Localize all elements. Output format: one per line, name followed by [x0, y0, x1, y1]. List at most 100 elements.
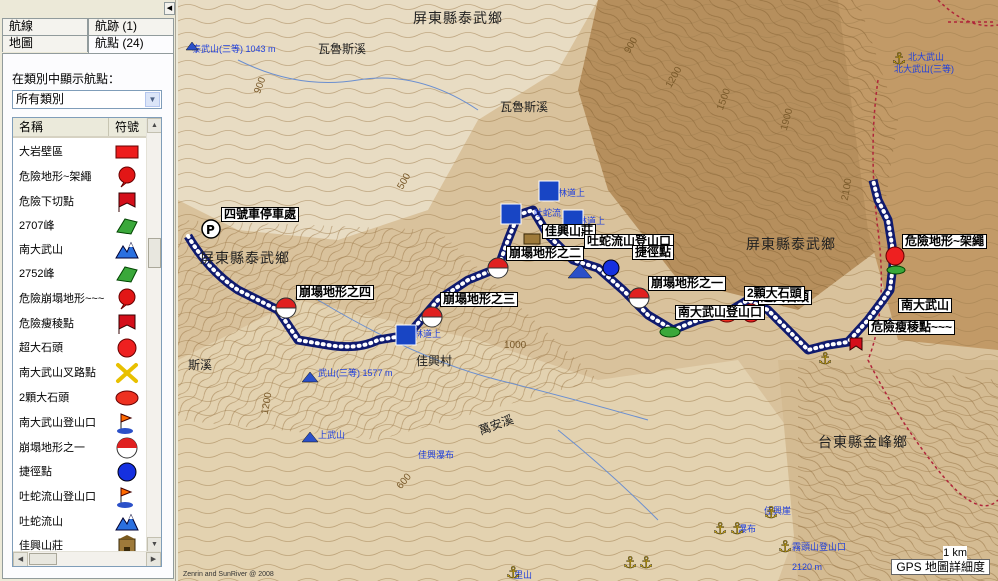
red-pin-icon — [109, 165, 147, 189]
topographic-map[interactable]: 屏東縣泰武鄉 屏東縣泰武鄉 屏東縣泰武鄉 台東縣金峰鄉 瓦魯斯溪 瓦魯斯溪 佳興… — [178, 0, 998, 581]
waypoint-label[interactable]: 危險地形~架繩 — [902, 234, 988, 249]
waypoint-name: 崩塌地形之一 — [19, 442, 85, 454]
scroll-thumb[interactable] — [148, 238, 161, 268]
waypoint-panel: ◀ 航線 航跡 (1) 地圖 航點 (24) 在類別中顯示航點： 所有類別 ▼ … — [0, 0, 176, 581]
scale-label: GPS 地圖詳細度 — [896, 560, 985, 574]
anchor-icon: ⚓ — [764, 503, 778, 522]
column-header-name[interactable]: 名稱 — [13, 118, 109, 136]
scroll-down-icon[interactable]: ▼ — [147, 537, 161, 552]
lodge-icon — [523, 233, 541, 245]
waypoint-label[interactable]: 南大武山 — [898, 298, 953, 313]
waypoint-name: 2707峰 — [19, 220, 55, 232]
scroll-left-icon[interactable]: ◀ — [13, 552, 28, 566]
waypoint-row[interactable]: 南大武山 — [13, 238, 147, 262]
red-circle-icon — [109, 336, 147, 360]
anchor-icon: ⚓ — [506, 563, 520, 581]
red-pin-icon — [109, 287, 147, 311]
waypoint-row[interactable]: 危險下切點 — [13, 190, 147, 214]
summit-icon — [567, 263, 593, 279]
waypoint-row[interactable]: 南大武山叉路點 — [13, 360, 147, 386]
summit-icon — [185, 41, 199, 51]
waypoint-name: 危險崩塌地形~~~ — [19, 293, 105, 305]
waypoint-name: 捷徑點 — [19, 466, 52, 478]
summit-2752-icon — [659, 326, 681, 338]
waypoint-rows: 大岩壁區危險地形~架繩 危險下切點 2707峰南大武山 2752峰危險崩塌地形~~~ 危… — [13, 140, 147, 558]
waypoint-name: 2752峰 — [19, 268, 55, 280]
waypoint-row[interactable]: 崩塌地形之一 — [13, 436, 147, 460]
waypoint-row[interactable]: 危險瘦稜點 — [13, 312, 147, 336]
waypoint-name: 危險瘦稜點 — [19, 318, 74, 330]
trailhead-flag-icon — [109, 411, 147, 435]
waypoint-name: 南大武山 — [19, 244, 63, 256]
waypoint-name: 南大武山登山口 — [19, 417, 96, 429]
waypoint-row[interactable]: 吐蛇流山登山口 — [13, 484, 147, 510]
waypoint-row[interactable]: 捷徑點 — [13, 460, 147, 484]
waypoint-name: 危險地形~架繩 — [19, 171, 92, 183]
collapse-panel-button[interactable]: ◀ — [164, 2, 175, 15]
danger-icon — [885, 246, 905, 266]
scale-box: 1 km GPS 地圖詳細度 — [891, 546, 990, 575]
anchor-icon: ⚓ — [892, 49, 906, 68]
waypoint-label[interactable]: 崩塌地形之二 — [506, 246, 585, 261]
waypoint-label[interactable]: 四號車停車處 — [221, 207, 300, 222]
tab-row-2: 地圖 航點 (24) — [2, 35, 174, 54]
waypoint-label[interactable]: 崩塌地形之四 — [296, 285, 375, 300]
waypoint-row[interactable]: 2707峰 — [13, 214, 147, 238]
summit-icon — [301, 371, 319, 383]
waypoint-label[interactable]: 2顆大石頭 — [744, 286, 805, 301]
waypoint-row[interactable]: 吐蛇流山 — [13, 510, 147, 534]
hscroll-thumb[interactable] — [29, 553, 57, 565]
blue-mountain-icon — [109, 510, 147, 534]
waypoint-row[interactable]: 南大武山登山口 — [13, 410, 147, 436]
shortcut-icon — [602, 259, 620, 277]
column-header-symbol[interactable]: 符號 — [109, 118, 139, 136]
waypoint-label[interactable]: 崩塌地形之三 — [440, 292, 519, 307]
waypoint-row[interactable]: 超大石頭 — [13, 336, 147, 360]
scroll-right-icon[interactable]: ▶ — [146, 552, 161, 566]
yellow-cross-icon — [109, 361, 147, 385]
waypoint-name: 大岩壁區 — [19, 146, 63, 158]
vertical-scrollbar[interactable]: ▲ ▼ — [146, 118, 161, 552]
tab-row-1: 航線 航跡 (1) — [2, 18, 174, 35]
dropdown-arrow-icon[interactable]: ▼ — [145, 92, 160, 107]
hiker-icon — [538, 180, 560, 202]
waypoint-row[interactable]: 危險崩塌地形~~~ — [13, 286, 147, 312]
waypoint-name: 2顆大石頭 — [19, 392, 70, 404]
blue-mountain-icon — [109, 238, 147, 262]
waypoint-row[interactable]: 2顆大石頭 — [13, 386, 147, 410]
category-select[interactable]: 所有類別 ▼ — [12, 90, 162, 109]
category-filter-label: 在類別中顯示航點： — [12, 72, 121, 86]
waypoint-label[interactable]: 南大武山登山口 — [675, 305, 766, 320]
hiker-icon — [395, 324, 417, 346]
trailhead-flag-icon — [109, 485, 147, 509]
horizontal-scrollbar[interactable]: ◀ ▶ — [13, 551, 161, 566]
anchor-icon: ⚓ — [623, 553, 637, 572]
waypoint-row[interactable]: 危險地形~架繩 — [13, 164, 147, 190]
waypoint-label[interactable]: 崩塌地形之一 — [648, 276, 727, 291]
waypoint-row[interactable]: 2752峰 — [13, 262, 147, 286]
anchor-icon: ⚓ — [818, 349, 832, 368]
waypoint-name: 吐蛇流山 — [19, 516, 63, 528]
tab-waypoints[interactable]: 航點 (24) — [88, 35, 174, 54]
scale-km: 1 km — [943, 546, 967, 560]
anchor-icon: ⚓ — [639, 553, 653, 572]
waypoint-name: 危險下切點 — [19, 196, 74, 208]
red-flag-icon — [109, 190, 147, 214]
scroll-up-icon[interactable]: ▲ — [147, 118, 161, 133]
danger-flag-icon — [849, 337, 863, 351]
green-summit-icon — [109, 262, 147, 286]
parking-icon: P — [206, 223, 215, 237]
map-copyright: Zenrin and SunRiver @ 2008 — [183, 571, 274, 578]
hiker-icon — [500, 203, 522, 225]
anchor-icon: ⚓ — [778, 537, 792, 556]
tab-maps[interactable]: 地圖 — [2, 35, 88, 52]
tab-routes[interactable]: 航線 — [2, 18, 88, 35]
waypoint-label[interactable]: 危險瘦稜點~~~ — [868, 320, 956, 335]
waypoint-row[interactable]: 大岩壁區 — [13, 140, 147, 164]
summit-2707-icon — [886, 265, 906, 275]
anchor-icon: ⚓ — [713, 519, 727, 538]
tab-tracks[interactable]: 航跡 (1) — [88, 18, 174, 35]
waypoint-list: 名稱 符號 大岩壁區危險地形~架繩 危險下切點 2707峰南大武山 2752峰危險崩塌… — [12, 117, 162, 567]
waypoint-label[interactable]: 捷徑點 — [632, 245, 675, 260]
anchor-icon: ⚓ — [730, 519, 744, 538]
